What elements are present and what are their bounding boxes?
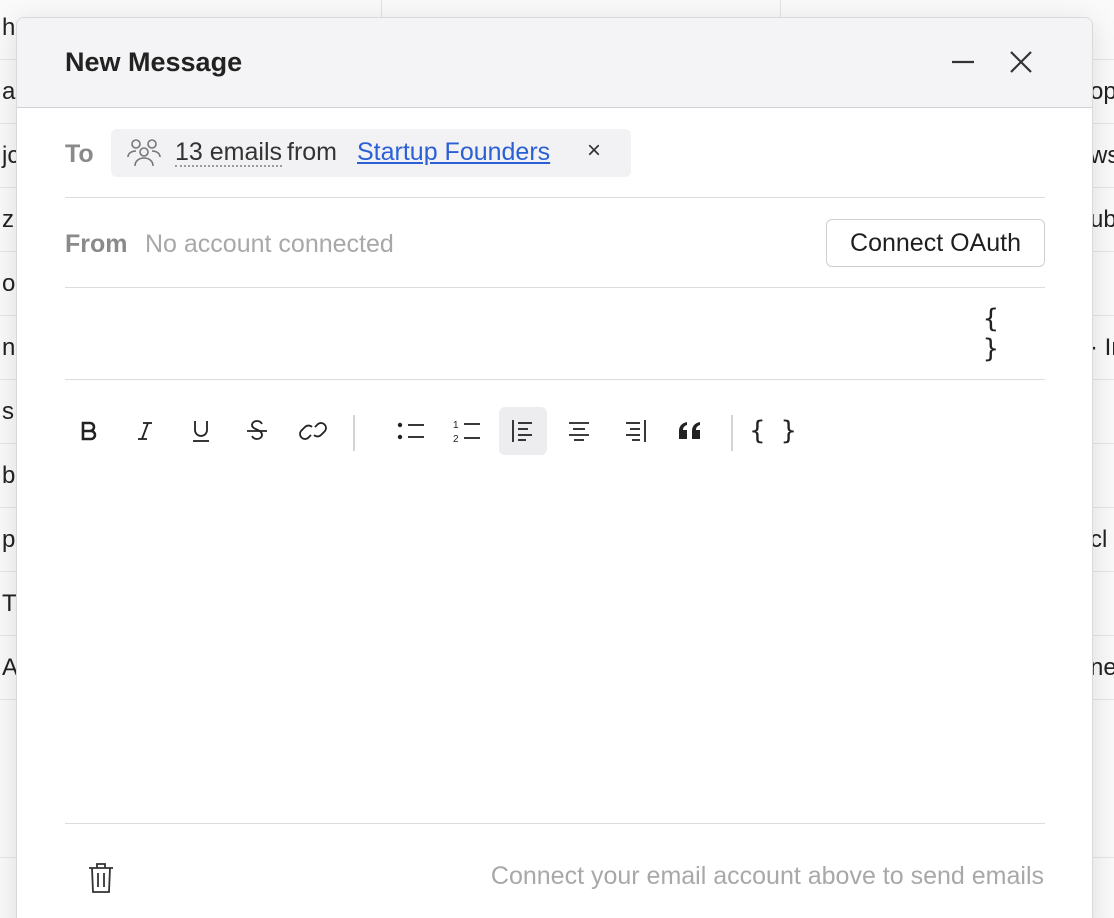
connect-oauth-button[interactable]: Connect OAuth <box>826 219 1045 267</box>
blockquote-button[interactable] <box>667 407 715 455</box>
bg-cell: a <box>2 78 16 105</box>
numbered-list-button[interactable]: 1 2 <box>443 407 491 455</box>
bold-icon <box>81 421 97 441</box>
from-placeholder: No account connected <box>145 230 394 258</box>
formatting-toolbar: 1 2 { } <box>65 407 1045 457</box>
italic-button[interactable] <box>121 407 169 455</box>
align-right-icon <box>626 420 646 442</box>
align-center-icon <box>569 422 589 441</box>
bg-column-divider <box>381 0 382 18</box>
align-center-button[interactable] <box>555 407 603 455</box>
remove-recipient-button[interactable]: × <box>587 137 601 165</box>
bg-cell: n <box>2 334 16 361</box>
insert-variable-toolbar-button[interactable]: { } <box>749 407 797 455</box>
bg-cell: h <box>2 14 16 41</box>
svg-text:2: 2 <box>453 434 459 445</box>
align-right-button[interactable] <box>611 407 659 455</box>
from-field-row: From No account connected Connect OAuth <box>65 198 1045 288</box>
message-body-editor[interactable] <box>65 468 1045 824</box>
send-hint: Connect your email account above to send… <box>490 862 1044 890</box>
recipient-count[interactable]: 13 emails <box>175 139 282 167</box>
underline-icon <box>193 421 209 442</box>
minimize-button[interactable] <box>945 44 981 80</box>
variable-braces-icon: { } <box>749 416 797 446</box>
to-field-row: To 13 emails from Startup Founders × <box>65 108 1045 198</box>
compose-dialog: New Message To 13 emails from Startup Fo… <box>16 17 1093 918</box>
close-icon <box>1010 51 1032 73</box>
bullet-list-button[interactable] <box>387 407 435 455</box>
bg-column-divider <box>780 0 781 18</box>
discard-button[interactable] <box>85 861 117 895</box>
from-label: From <box>65 230 128 258</box>
bg-cell: op <box>1090 78 1114 105</box>
close-button[interactable] <box>1003 44 1039 80</box>
dialog-header: New Message <box>17 18 1092 108</box>
recipient-list-link[interactable]: Startup Founders <box>357 139 550 165</box>
insert-variable-button[interactable]: { } <box>983 304 1027 364</box>
toolbar-divider <box>731 415 733 451</box>
svg-text:1: 1 <box>453 420 459 431</box>
align-left-icon <box>512 420 532 442</box>
minimize-icon <box>952 60 974 64</box>
bg-cell: z <box>2 206 14 233</box>
recipient-chip[interactable]: 13 emails from Startup Founders × <box>111 129 631 177</box>
underline-button[interactable] <box>177 407 225 455</box>
bg-cell: ub <box>1090 206 1114 233</box>
recipient-from-text: from <box>287 138 337 166</box>
bg-cell: s <box>2 398 14 425</box>
bg-cell: ws <box>1090 142 1114 169</box>
bg-cell: ne <box>1090 654 1114 681</box>
dialog-title: New Message <box>65 47 243 77</box>
to-label: To <box>65 140 94 168</box>
link-button[interactable] <box>289 407 337 455</box>
numbered-list-icon: 1 2 <box>453 420 480 445</box>
strikethrough-icon <box>247 420 267 440</box>
toolbar-divider <box>353 415 355 451</box>
bold-button[interactable] <box>65 407 113 455</box>
bg-cell: T <box>2 590 17 617</box>
users-group-icon <box>127 137 161 174</box>
bg-cell: o <box>2 270 16 297</box>
strikethrough-button[interactable] <box>233 407 281 455</box>
link-icon <box>299 422 327 440</box>
quote-icon <box>679 422 700 439</box>
align-left-button[interactable] <box>499 407 547 455</box>
bullet-list-icon <box>397 422 424 440</box>
subject-input[interactable] <box>65 288 965 378</box>
bg-cell: p <box>2 526 16 553</box>
trash-icon <box>89 863 113 893</box>
bg-cell: · In <box>1090 334 1114 361</box>
italic-icon <box>138 422 152 440</box>
subject-field-row: { } <box>65 288 1045 380</box>
bg-cell: b <box>2 462 16 489</box>
